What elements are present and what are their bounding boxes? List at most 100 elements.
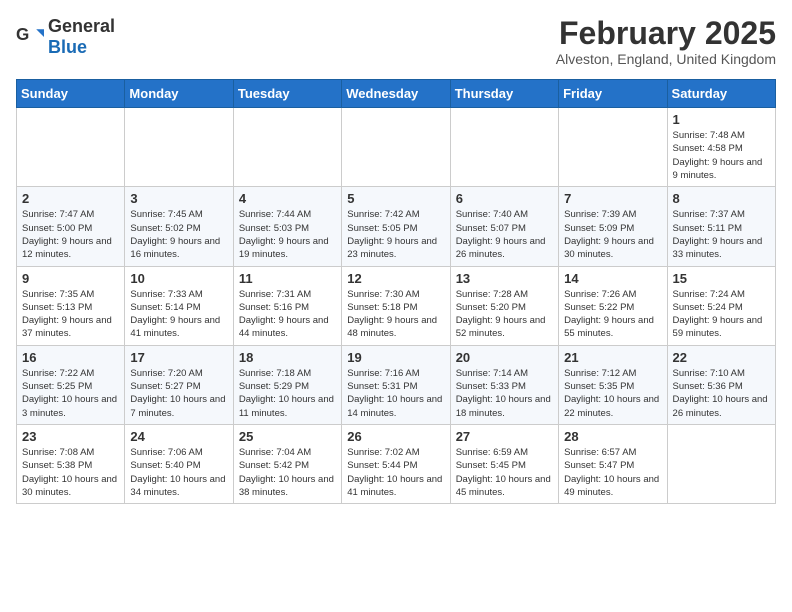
calendar-cell [667,424,775,503]
calendar-cell: 9Sunrise: 7:35 AM Sunset: 5:13 PM Daylig… [17,266,125,345]
calendar-cell [342,108,450,187]
day-info: Sunrise: 7:42 AM Sunset: 5:05 PM Dayligh… [347,208,444,261]
day-number: 18 [239,350,336,365]
day-number: 26 [347,429,444,444]
calendar-table: SundayMondayTuesdayWednesdayThursdayFrid… [16,79,776,504]
day-number: 28 [564,429,661,444]
day-info: Sunrise: 7:45 AM Sunset: 5:02 PM Dayligh… [130,208,227,261]
day-header-thursday: Thursday [450,80,558,108]
location-subtitle: Alveston, England, United Kingdom [556,51,776,67]
calendar-cell: 10 Sunrise: 7:33 AM Sunset: 5:14 PM Dayli… [125,266,233,345]
day-info: Sunrise: 7:18 AM Sunset: 5:29 PM Dayligh… [239,367,336,420]
calendar-cell: 25 Sunrise: 7:04 AM Sunset: 5:42 PM Dayli… [233,424,341,503]
day-info: Sunrise: 7:20 AM Sunset: 5:27 PM Dayligh… [130,367,227,420]
day-number: 13 [456,271,553,286]
day-number: 15 [673,271,770,286]
day-info: Sunrise: 7:16 AM Sunset: 5:31 PM Dayligh… [347,367,444,420]
day-number: 2 [22,191,119,206]
calendar-header-row: SundayMondayTuesdayWednesdayThursdayFrid… [17,80,776,108]
day-number: 21 [564,350,661,365]
calendar-cell [17,108,125,187]
page-header: G General Blue February 2025 Alveston, E… [16,16,776,67]
calendar-cell: 24Sunrise: 7:06 AM Sunset: 5:40 PM Dayli… [125,424,233,503]
calendar-cell: 2 Sunrise: 7:47 AM Sunset: 5:00 PM Daylig… [17,187,125,266]
day-info: Sunrise: 6:59 AM Sunset: 5:45 PM Dayligh… [456,446,553,499]
calendar-cell [450,108,558,187]
day-number: 3 [130,191,227,206]
day-header-saturday: Saturday [667,80,775,108]
day-number: 24 [130,429,227,444]
day-info: Sunrise: 7:37 AM Sunset: 5:11 PM Dayligh… [673,208,770,261]
calendar-cell: 16 Sunrise: 7:22 AM Sunset: 5:25 PM Dayli… [17,345,125,424]
calendar-cell: 11 Sunrise: 7:31 AM Sunset: 5:16 PM Dayli… [233,266,341,345]
day-info: Sunrise: 7:44 AM Sunset: 5:03 PM Dayligh… [239,208,336,261]
day-info: Sunrise: 7:24 AM Sunset: 5:24 PM Dayligh… [673,288,770,341]
day-number: 10 [130,271,227,286]
calendar-cell: 19 Sunrise: 7:16 AM Sunset: 5:31 PM Dayli… [342,345,450,424]
calendar-week-4: 23 Sunrise: 7:08 AM Sunset: 5:38 PM Dayli… [17,424,776,503]
day-info: Sunrise: 7:33 AM Sunset: 5:14 PM Dayligh… [130,288,227,341]
day-info: Sunrise: 7:30 AM Sunset: 5:18 PM Dayligh… [347,288,444,341]
day-header-monday: Monday [125,80,233,108]
calendar-cell: 1Sunrise: 7:48 AM Sunset: 4:58 PM Daylig… [667,108,775,187]
day-number: 6 [456,191,553,206]
day-header-wednesday: Wednesday [342,80,450,108]
calendar-cell: 14Sunrise: 7:26 AM Sunset: 5:22 PM Dayli… [559,266,667,345]
day-number: 23 [22,429,119,444]
calendar-cell: 20Sunrise: 7:14 AM Sunset: 5:33 PM Dayli… [450,345,558,424]
calendar-cell: 5 Sunrise: 7:42 AM Sunset: 5:05 PM Daylig… [342,187,450,266]
calendar-cell: 17Sunrise: 7:20 AM Sunset: 5:27 PM Dayli… [125,345,233,424]
day-number: 5 [347,191,444,206]
day-number: 14 [564,271,661,286]
day-number: 27 [456,429,553,444]
day-number: 9 [22,271,119,286]
day-info: Sunrise: 7:39 AM Sunset: 5:09 PM Dayligh… [564,208,661,261]
calendar-week-1: 2 Sunrise: 7:47 AM Sunset: 5:00 PM Daylig… [17,187,776,266]
day-number: 16 [22,350,119,365]
day-number: 8 [673,191,770,206]
calendar-cell: 12 Sunrise: 7:30 AM Sunset: 5:18 PM Dayli… [342,266,450,345]
day-number: 1 [673,112,770,127]
calendar-cell: 23 Sunrise: 7:08 AM Sunset: 5:38 PM Dayli… [17,424,125,503]
calendar-cell: 3 Sunrise: 7:45 AM Sunset: 5:02 PM Daylig… [125,187,233,266]
calendar-cell: 28Sunrise: 6:57 AM Sunset: 5:47 PM Dayli… [559,424,667,503]
calendar-cell: 26 Sunrise: 7:02 AM Sunset: 5:44 PM Dayli… [342,424,450,503]
day-number: 12 [347,271,444,286]
calendar-cell: 27 Sunrise: 6:59 AM Sunset: 5:45 PM Dayli… [450,424,558,503]
month-title: February 2025 [556,16,776,51]
calendar-cell [125,108,233,187]
day-info: Sunrise: 7:10 AM Sunset: 5:36 PM Dayligh… [673,367,770,420]
calendar-cell: 6 Sunrise: 7:40 AM Sunset: 5:07 PM Daylig… [450,187,558,266]
calendar-cell: 22 Sunrise: 7:10 AM Sunset: 5:36 PM Dayli… [667,345,775,424]
calendar-cell: 15 Sunrise: 7:24 AM Sunset: 5:24 PM Dayli… [667,266,775,345]
calendar-cell: 4Sunrise: 7:44 AM Sunset: 5:03 PM Daylig… [233,187,341,266]
day-number: 11 [239,271,336,286]
day-info: Sunrise: 7:31 AM Sunset: 5:16 PM Dayligh… [239,288,336,341]
calendar-cell: 13 Sunrise: 7:28 AM Sunset: 5:20 PM Dayli… [450,266,558,345]
day-number: 20 [456,350,553,365]
calendar-cell: 21 Sunrise: 7:12 AM Sunset: 5:35 PM Dayli… [559,345,667,424]
calendar-cell [233,108,341,187]
day-info: Sunrise: 7:47 AM Sunset: 5:00 PM Dayligh… [22,208,119,261]
logo-icon: G [16,23,44,51]
calendar-week-2: 9Sunrise: 7:35 AM Sunset: 5:13 PM Daylig… [17,266,776,345]
day-info: Sunrise: 7:12 AM Sunset: 5:35 PM Dayligh… [564,367,661,420]
calendar-cell: 7Sunrise: 7:39 AM Sunset: 5:09 PM Daylig… [559,187,667,266]
day-info: Sunrise: 7:04 AM Sunset: 5:42 PM Dayligh… [239,446,336,499]
day-info: Sunrise: 7:08 AM Sunset: 5:38 PM Dayligh… [22,446,119,499]
day-info: Sunrise: 7:28 AM Sunset: 5:20 PM Dayligh… [456,288,553,341]
day-info: Sunrise: 7:22 AM Sunset: 5:25 PM Dayligh… [22,367,119,420]
day-number: 22 [673,350,770,365]
calendar-week-3: 16 Sunrise: 7:22 AM Sunset: 5:25 PM Dayli… [17,345,776,424]
logo-general: General Blue [48,16,115,58]
calendar-cell: 18 Sunrise: 7:18 AM Sunset: 5:29 PM Dayli… [233,345,341,424]
day-info: Sunrise: 7:40 AM Sunset: 5:07 PM Dayligh… [456,208,553,261]
calendar-cell [559,108,667,187]
day-number: 25 [239,429,336,444]
day-header-sunday: Sunday [17,80,125,108]
calendar-cell: 8 Sunrise: 7:37 AM Sunset: 5:11 PM Daylig… [667,187,775,266]
day-number: 19 [347,350,444,365]
calendar-week-0: 1Sunrise: 7:48 AM Sunset: 4:58 PM Daylig… [17,108,776,187]
logo: G General Blue [16,16,115,58]
day-info: Sunrise: 7:02 AM Sunset: 5:44 PM Dayligh… [347,446,444,499]
